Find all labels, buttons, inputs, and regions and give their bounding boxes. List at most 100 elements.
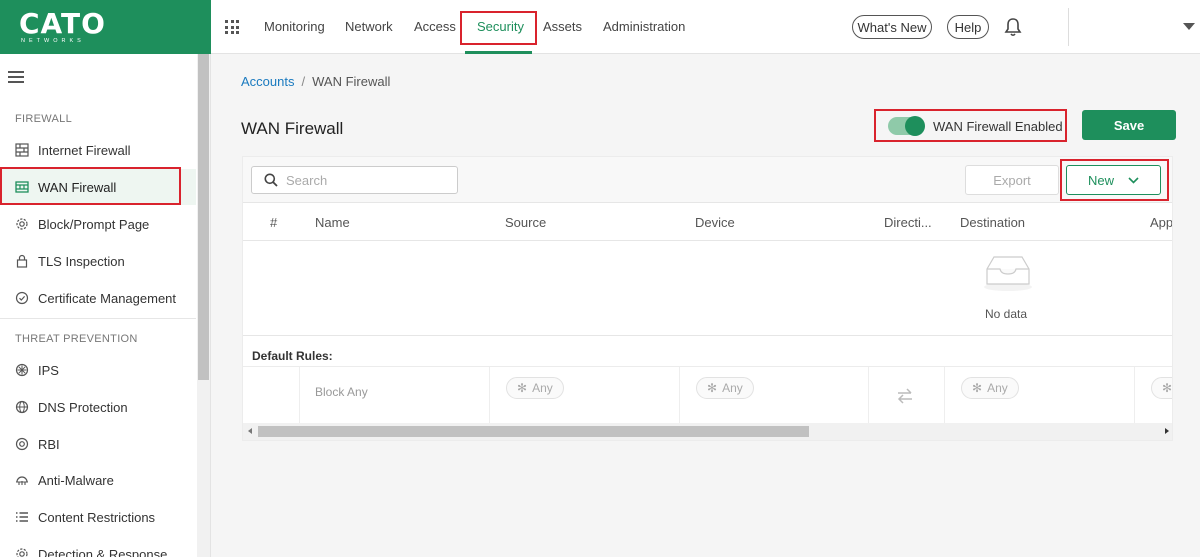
sidebar-item-tls-inspection[interactable]: TLS Inspection — [0, 243, 196, 279]
app-any-pill: ✻ — [1151, 377, 1173, 399]
highlight-wan-firewall-item — [0, 167, 181, 205]
column-header-destination[interactable]: Destination — [960, 215, 1025, 230]
sidebar-item-label: Content Restrictions — [38, 509, 156, 525]
gear-icon — [15, 547, 29, 557]
column-header-direction[interactable]: Directi... — [884, 215, 932, 230]
active-nav-indicator — [465, 51, 532, 54]
export-button[interactable]: Export — [965, 165, 1059, 195]
sidebar-item-label: Certificate Management — [38, 290, 177, 306]
device-any-pill: ✻ Any — [696, 377, 754, 399]
top-divider — [1068, 8, 1069, 46]
sidebar-item-label: TLS Inspection — [38, 253, 125, 269]
breadcrumb-separator: / — [301, 74, 306, 89]
column-header-device[interactable]: Device — [695, 215, 735, 230]
sidebar-item-label: Detection & Response — [38, 546, 168, 557]
default-rule-row[interactable]: Block Any ✻ Any ✻ Any ✻ Any ✻ — [243, 366, 1173, 424]
rules-panel: Export New # Name Source Device Directi.… — [242, 156, 1173, 441]
sidebar-item-certificate-management[interactable]: Certificate Management — [0, 280, 196, 316]
search-input[interactable] — [286, 172, 446, 188]
sidebar-item-label: RBI — [38, 436, 60, 452]
nav-administration[interactable]: Administration — [603, 19, 685, 34]
gear-icon — [15, 217, 29, 231]
section-title-threat-prevention: THREAT PREVENTION — [15, 333, 138, 345]
cato-logo[interactable]: CATO NETWORKS — [0, 0, 211, 54]
device-value: Any — [722, 381, 743, 395]
target-icon — [15, 437, 29, 451]
sidebar-divider — [0, 318, 196, 319]
default-rules-label: Default Rules: — [252, 349, 333, 363]
column-header-app[interactable]: App/ — [1150, 215, 1172, 230]
rule-number-cell — [243, 367, 300, 424]
source-value: Any — [532, 381, 553, 395]
account-dropdown-icon[interactable] — [1183, 23, 1195, 30]
empty-box-icon — [984, 256, 1032, 291]
whats-new-button[interactable]: What's New — [852, 15, 932, 39]
no-data-text: No data — [985, 307, 1028, 321]
destination-any-pill: ✻ Any — [961, 377, 1019, 399]
sidebar-item-label: Block/Prompt Page — [38, 216, 150, 232]
search-box[interactable] — [251, 166, 458, 194]
breadcrumb-current: WAN Firewall — [312, 74, 391, 89]
sidebar-item-block-prompt-page[interactable]: Block/Prompt Page — [0, 206, 196, 242]
sidebar-item-label: Anti-Malware — [38, 472, 114, 488]
section-title-firewall: FIREWALL — [15, 113, 73, 125]
save-button[interactable]: Save — [1082, 110, 1176, 140]
nav-assets[interactable]: Assets — [543, 19, 582, 34]
column-header-source[interactable]: Source — [505, 215, 546, 230]
breadcrumb-accounts-link[interactable]: Accounts — [241, 74, 294, 89]
asterisk-icon: ✻ — [517, 381, 528, 395]
highlight-security-tab — [460, 11, 537, 45]
destination-value: Any — [987, 381, 1008, 395]
nav-access[interactable]: Access — [414, 19, 456, 34]
nav-network[interactable]: Network — [345, 19, 393, 34]
top-bar: CATO NETWORKS Monitoring Network Access … — [0, 0, 1200, 54]
asterisk-icon: ✻ — [1162, 381, 1173, 395]
sidebar-item-ips[interactable]: IPS — [0, 352, 196, 388]
search-icon — [264, 173, 278, 187]
apps-grid-icon[interactable] — [225, 20, 239, 34]
sidebar-item-content-restrictions[interactable]: Content Restrictions — [0, 499, 196, 535]
rules-toolbar: Export New — [243, 157, 1172, 203]
sidebar-item-anti-malware[interactable]: Anti-Malware — [0, 462, 196, 498]
source-any-pill: ✻ Any — [506, 377, 564, 399]
sidebar-item-label: DNS Protection — [38, 399, 128, 415]
lock-icon — [15, 254, 29, 268]
nav-monitoring[interactable]: Monitoring — [264, 19, 325, 34]
highlight-toggle — [874, 109, 1067, 142]
column-header-number[interactable]: # — [270, 215, 277, 230]
sidebar-item-rbi[interactable]: RBI — [0, 426, 196, 462]
sidebar-item-label: Internet Firewall — [38, 142, 131, 158]
sidebar-scroll-thumb[interactable] — [198, 54, 209, 380]
bell-icon[interactable] — [1004, 17, 1022, 37]
logo-subtitle: NETWORKS — [21, 38, 85, 44]
rule-name: Block Any — [315, 385, 368, 399]
empty-state: No data — [243, 241, 1172, 336]
sidebar-item-internet-firewall[interactable]: Internet Firewall — [0, 132, 196, 168]
help-button[interactable]: Help — [947, 15, 989, 39]
certificate-check-icon — [15, 291, 29, 305]
bidirectional-arrows-icon — [897, 388, 912, 404]
shield-spoke-icon — [15, 363, 29, 377]
column-header-name[interactable]: Name — [315, 215, 350, 230]
globe-icon — [15, 400, 29, 414]
sidebar: FIREWALL Internet Firewall WAN Firewall … — [0, 54, 211, 557]
horizontal-scroll-thumb[interactable] — [258, 426, 809, 437]
asterisk-icon: ✻ — [972, 381, 983, 395]
scroll-left-icon[interactable] — [248, 428, 252, 434]
logo-name: CATO — [19, 7, 106, 40]
bug-icon — [15, 473, 29, 487]
firewall-icon — [15, 143, 29, 157]
sidebar-item-dns-protection[interactable]: DNS Protection — [0, 389, 196, 425]
sidebar-item-label: IPS — [38, 362, 59, 378]
horizontal-scrollbar[interactable] — [243, 423, 1172, 440]
highlight-new-button — [1060, 159, 1169, 201]
asterisk-icon: ✻ — [707, 381, 718, 395]
sidebar-item-detection-response[interactable]: Detection & Response — [0, 536, 196, 557]
page-title: WAN Firewall — [241, 119, 344, 138]
scroll-right-icon[interactable] — [1165, 428, 1169, 434]
menu-icon[interactable] — [8, 71, 24, 83]
breadcrumb: Accounts / WAN Firewall — [241, 74, 390, 89]
list-icon — [15, 510, 29, 524]
table-header: # Name Source Device Directi... Destinat… — [243, 203, 1172, 241]
sidebar-scrollbar[interactable] — [197, 54, 210, 557]
